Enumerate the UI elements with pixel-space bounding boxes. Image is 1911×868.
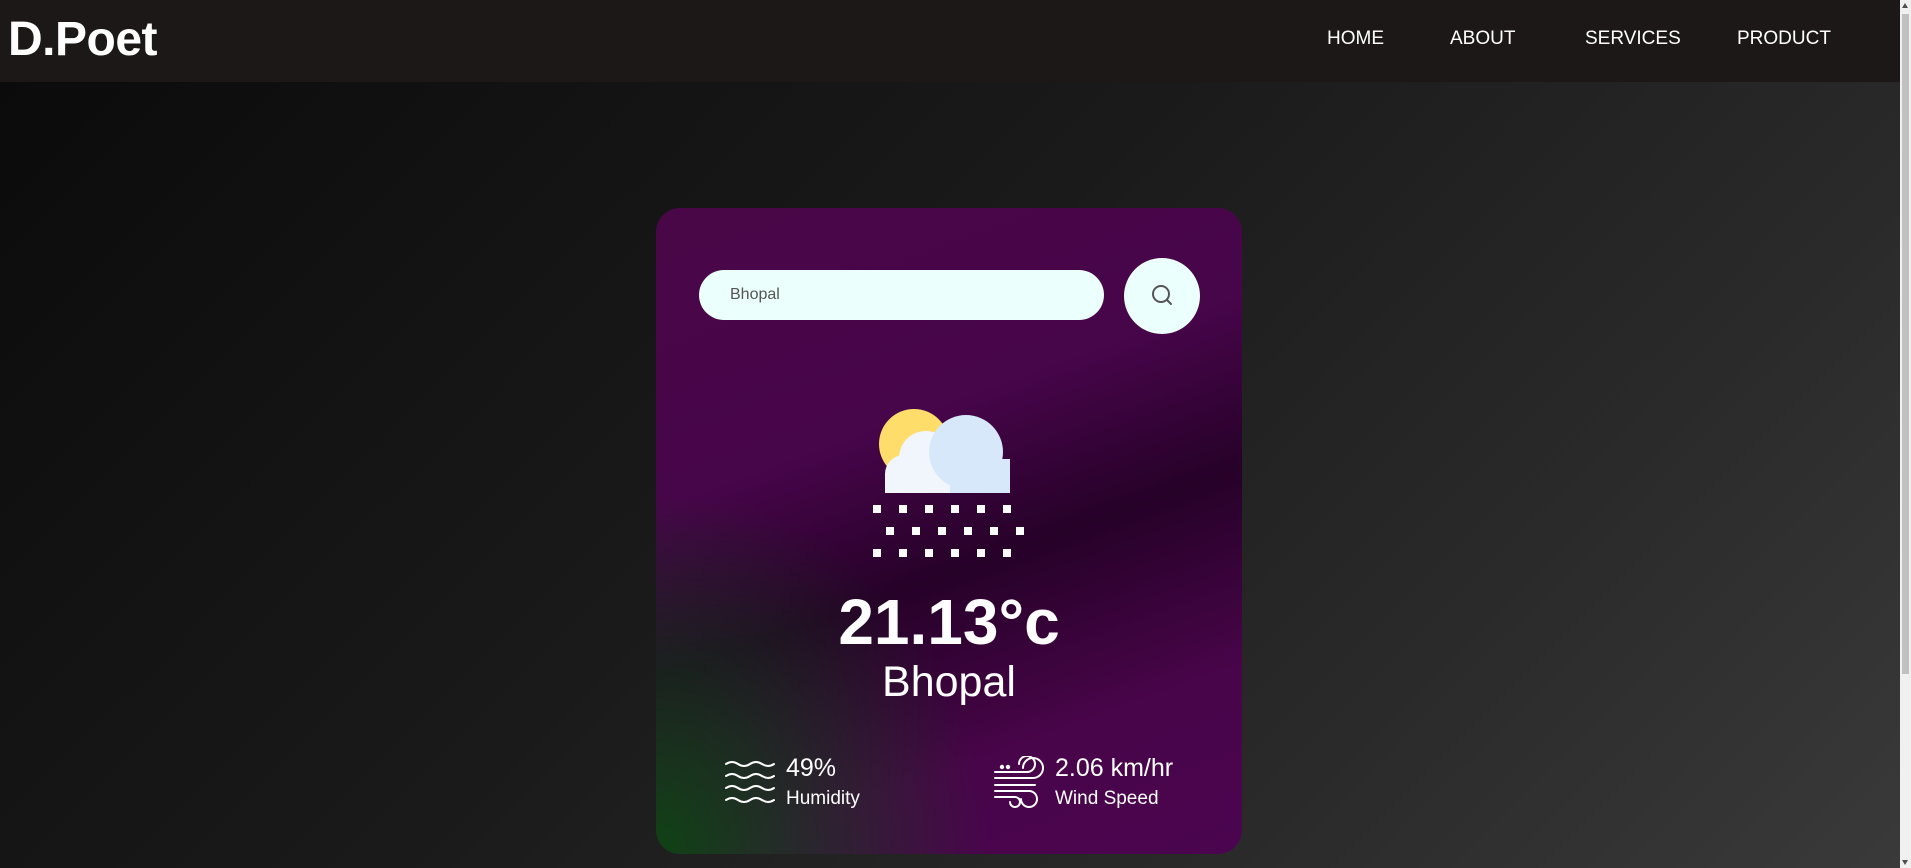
city-name: Bhopal [882,658,1016,706]
wind-icon [994,756,1044,808]
navbar: D.Poet HOME ABOUT SERVICES PRODUCT [0,0,1900,82]
humidity-label: Humidity [786,788,860,809]
wind-speed-value: 2.06 km/hr [1055,754,1174,782]
site-logo[interactable]: D.Poet [8,12,158,67]
nav-about-link[interactable]: ABOUT [1450,28,1515,50]
city-search-input[interactable] [699,270,1104,320]
nav-links: HOME ABOUT SERVICES PRODUCT [1300,28,1900,52]
humidity-value: 49% [786,754,837,782]
wind-detail: 2.06 km/hr Wind Speed [993,748,1213,809]
nav-product-link[interactable]: PRODUCT [1737,28,1831,50]
humidity-icon [725,761,775,803]
wind-speed-label: Wind Speed [1055,788,1159,809]
temperature-value: 21.13°c [838,586,1060,658]
partly-cloudy-snow-icon [873,409,1024,557]
scroll-down-arrow-icon[interactable] [1902,860,1908,865]
nav-home-link[interactable]: HOME [1327,28,1384,50]
page-scrollbar[interactable] [1900,0,1911,868]
scroll-up-arrow-icon[interactable] [1902,3,1908,8]
search-button[interactable] [1124,258,1200,334]
nav-services-link[interactable]: SERVICES [1585,28,1681,50]
scroll-thumb[interactable] [1902,14,1909,674]
humidity-detail: 49% Humidity [724,748,924,809]
search-icon [1152,285,1172,305]
weather-card: 21.13°c Bhopal 49% Humidity [656,208,1242,854]
